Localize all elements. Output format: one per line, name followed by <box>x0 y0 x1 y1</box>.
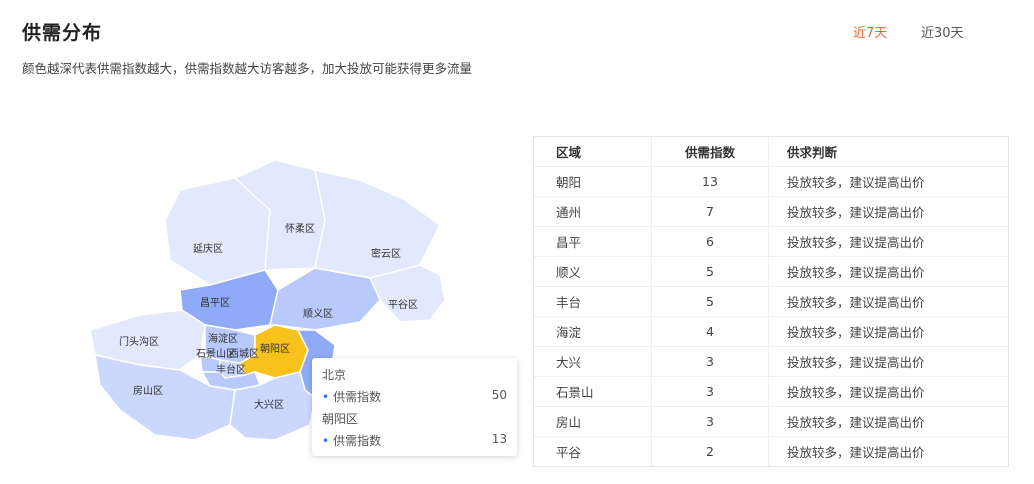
cell-index: 4 <box>651 317 768 346</box>
table-row: 昌平 6 投放较多，建议提高出价 <box>534 227 1008 257</box>
tooltip-district-metric-value: 13 <box>491 432 507 446</box>
tab-7-days[interactable]: 近7天 <box>853 22 887 41</box>
map-label-haidian: 海淀区 <box>208 332 238 345</box>
map-label-xicheng: 西城区 <box>229 348 259 360</box>
page-subtitle: 颜色越深代表供需指数越大，供需指数越大访客越多，加大投放可能获得更多流量 <box>22 61 473 76</box>
map-label-huairou: 怀柔区 <box>285 223 315 235</box>
cell-judgment: 投放较多，建议提高出价 <box>768 437 1008 466</box>
cell-area: 房山 <box>556 415 582 430</box>
cell-judgment: 投放较多，建议提高出价 <box>768 257 1008 286</box>
map-label-daxing: 大兴区 <box>254 398 284 411</box>
table-row: 通州 7 投放较多，建议提高出价 <box>534 197 1008 227</box>
cell-index: 7 <box>651 197 768 226</box>
cell-judgment: 投放较多，建议提高出价 <box>768 317 1008 346</box>
cell-area: 大兴 <box>556 355 582 370</box>
table-row: 顺义 5 投放较多，建议提高出价 <box>534 257 1008 287</box>
series-dot-icon: • <box>322 390 330 404</box>
map-label-chaoyang: 朝阳区 <box>260 343 290 355</box>
tooltip-district-metric-label: 供需指数 <box>333 434 382 448</box>
cell-judgment: 投放较多，建议提高出价 <box>768 197 1008 226</box>
table-row: 大兴 3 投放较多，建议提高出价 <box>534 347 1008 377</box>
table-row: 房山 3 投放较多，建议提高出价 <box>534 407 1008 437</box>
map-tooltip: 北京 • 供需指数 50 朝阳区 • 供需指数 13 <box>312 358 517 456</box>
table-row: 朝阳 13 投放较多，建议提高出价 <box>534 167 1008 197</box>
map-label-fangshan: 房山区 <box>133 384 163 397</box>
map-label-changping: 昌平区 <box>200 297 230 309</box>
cell-area: 朝阳 <box>556 175 582 190</box>
table-header: 区域 供需指数 供求判断 <box>534 137 1008 167</box>
tooltip-city-metric: • 供需指数 50 <box>322 388 507 405</box>
cell-judgment: 投放较多，建议提高出价 <box>768 407 1008 436</box>
cell-index: 2 <box>651 437 768 466</box>
table-row: 丰台 5 投放较多，建议提高出价 <box>534 287 1008 317</box>
map-label-shunyi: 顺义区 <box>303 308 333 320</box>
map-label-yanqing: 延庆区 <box>193 242 223 255</box>
cell-judgment: 投放较多，建议提高出价 <box>768 377 1008 406</box>
tooltip-city-metric-label: 供需指数 <box>333 390 382 404</box>
cell-index: 5 <box>651 287 768 316</box>
cell-judgment: 投放较多，建议提高出价 <box>768 227 1008 256</box>
column-header-area: 区域 <box>556 145 582 160</box>
cell-area: 通州 <box>556 205 582 220</box>
table-row: 海淀 4 投放较多，建议提高出价 <box>534 317 1008 347</box>
map-label-miyun: 密云区 <box>371 247 401 260</box>
page-title: 供需分布 <box>22 22 103 44</box>
cell-area: 平谷 <box>556 445 582 460</box>
map-label-mentougou: 门头沟区 <box>119 335 159 348</box>
cell-index: 3 <box>651 347 768 376</box>
cell-judgment: 投放较多，建议提高出价 <box>768 347 1008 376</box>
column-header-judgment: 供求判断 <box>768 137 1008 166</box>
map-label-pinggu: 平谷区 <box>388 299 418 311</box>
map-label-fengtai: 丰台区 <box>216 363 246 376</box>
column-header-index: 供需指数 <box>651 137 768 166</box>
region-shunyi[interactable] <box>269 267 381 331</box>
cell-area: 海淀 <box>556 325 582 340</box>
cell-index: 13 <box>651 167 768 196</box>
cell-index: 3 <box>651 407 768 436</box>
tooltip-city: 北京 <box>322 368 347 382</box>
cell-index: 3 <box>651 377 768 406</box>
table-row: 平谷 2 投放较多，建议提高出价 <box>534 437 1008 466</box>
cell-judgment: 投放较多，建议提高出价 <box>768 167 1008 196</box>
tooltip-city-metric-value: 50 <box>491 388 507 402</box>
tooltip-district-metric: • 供需指数 13 <box>322 432 507 449</box>
series-dot-icon: • <box>322 434 330 448</box>
region-miyun[interactable] <box>314 169 441 279</box>
cell-index: 6 <box>651 227 768 256</box>
table-row: 石景山 3 投放较多，建议提高出价 <box>534 377 1008 407</box>
cell-area: 丰台 <box>556 295 582 310</box>
cell-area: 昌平 <box>556 235 582 250</box>
tooltip-district: 朝阳区 <box>322 412 359 426</box>
cell-index: 5 <box>651 257 768 286</box>
supply-demand-table: 区域 供需指数 供求判断 朝阳 13 投放较多，建议提高出价 通州 7 投放较多，建议提高… <box>533 136 1009 467</box>
tab-30-days[interactable]: 近30天 <box>921 22 964 41</box>
cell-area: 顺义 <box>556 265 582 280</box>
cell-area: 石景山 <box>556 385 594 400</box>
cell-judgment: 投放较多，建议提高出价 <box>768 287 1008 316</box>
